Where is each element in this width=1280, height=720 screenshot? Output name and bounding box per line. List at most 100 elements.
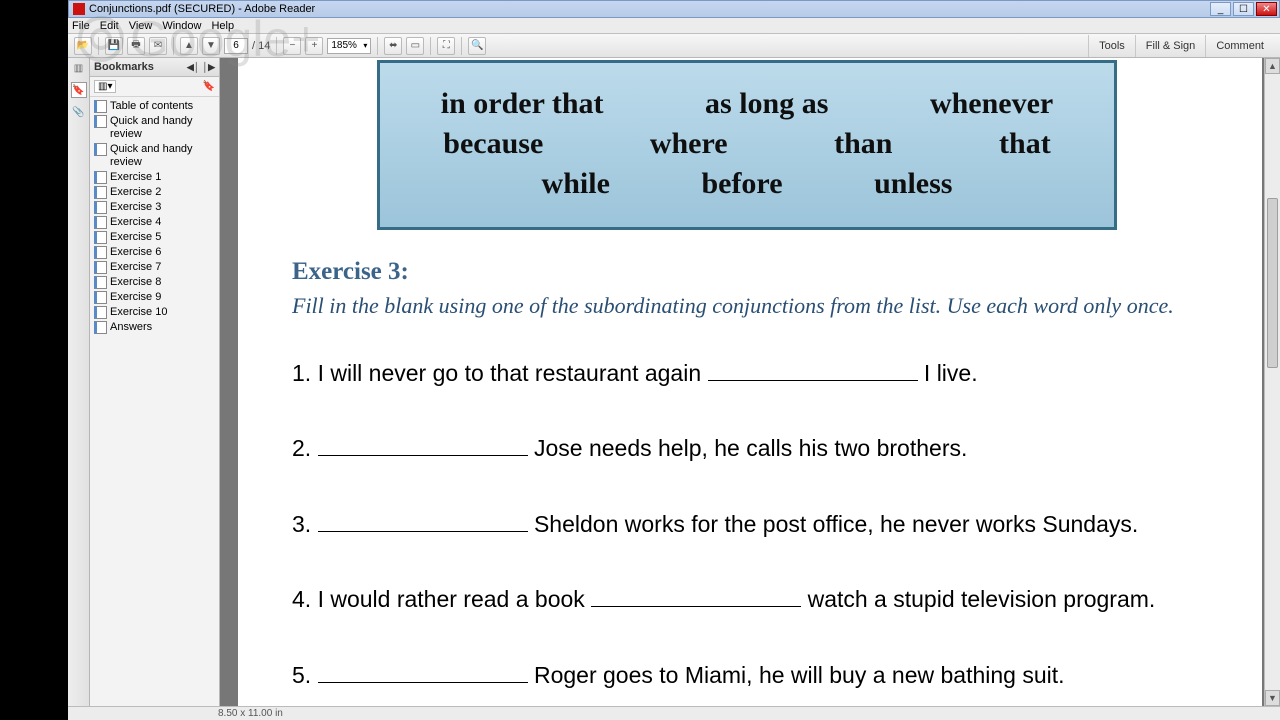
document-area[interactable]: in order that as long as whenever becaus… (220, 58, 1280, 706)
attachments-tab-icon[interactable]: 📎 (71, 104, 87, 120)
read-mode-icon[interactable]: ⛶ (437, 37, 455, 55)
scroll-down-icon[interactable]: ▼ (1265, 690, 1280, 706)
bookmark-icon (94, 246, 106, 258)
toolbar: 📂 💾 🖶 ✉ ▲ ▼ / 14 − + 185%▾ ⬌ ▭ ⛶ 🔍 Tools… (68, 34, 1280, 58)
word-bank: in order that as long as whenever becaus… (377, 60, 1117, 230)
word-bank-item: that (999, 127, 1051, 161)
menu-view[interactable]: View (129, 20, 153, 32)
bookmarks-menu-icon[interactable]: ▥▾ (94, 80, 116, 93)
word-bank-item: because (443, 127, 543, 161)
bookmark-icon (94, 276, 106, 288)
page-up-icon[interactable]: ▲ (180, 37, 198, 55)
bookmark-item[interactable]: Exercise 4 (90, 215, 219, 230)
bookmark-icon (94, 186, 106, 198)
vertical-scrollbar[interactable]: ▲ ▼ (1264, 58, 1280, 706)
status-bar: 8.50 x 11.00 in (68, 706, 1280, 720)
menu-help[interactable]: Help (211, 20, 234, 32)
mail-icon[interactable]: ✉ (149, 37, 167, 55)
bookmark-icon (94, 216, 106, 228)
bookmarks-panel: Bookmarks ◀│ │▶ ▥▾ 🔖 Table of contents Q… (90, 58, 220, 706)
bookmark-item[interactable]: Exercise 5 (90, 230, 219, 245)
menu-bar: File Edit View Window Help (68, 18, 1280, 34)
question-list: 1. I will never go to that restaurant ag… (292, 360, 1202, 690)
workspace: ▥ 🔖 📎 Bookmarks ◀│ │▶ ▥▾ 🔖 Table of cont… (68, 58, 1280, 706)
bookmark-item[interactable]: Table of contents (90, 99, 219, 114)
bookmark-icon (94, 321, 106, 333)
bookmark-icon (94, 291, 106, 303)
fit-page-icon[interactable]: ▭ (406, 37, 424, 55)
bookmark-item[interactable]: Exercise 10 (90, 305, 219, 320)
word-bank-item: unless (874, 167, 952, 201)
word-bank-item: than (834, 127, 892, 161)
word-bank-item: where (650, 127, 728, 161)
page-total: / 14 (252, 40, 270, 52)
nav-icon-strip: ▥ 🔖 📎 (68, 58, 90, 706)
page-dimensions: 8.50 x 11.00 in (218, 708, 283, 719)
maximize-button[interactable]: ☐ (1233, 2, 1254, 16)
minimize-button[interactable]: _ (1210, 2, 1231, 16)
bookmark-item[interactable]: Exercise 8 (90, 275, 219, 290)
page: in order that as long as whenever becaus… (238, 58, 1262, 706)
bookmark-item[interactable]: Exercise 9 (90, 290, 219, 305)
bookmarks-tab-icon[interactable]: 🔖 (71, 82, 87, 98)
bookmark-icon (94, 306, 106, 318)
app-outside-left (0, 0, 68, 720)
tools-panel-button[interactable]: Tools (1088, 35, 1135, 57)
new-bookmark-icon[interactable]: 🔖 (203, 81, 215, 92)
bookmark-icon (94, 201, 106, 213)
bookmark-item[interactable]: Exercise 2 (90, 185, 219, 200)
fit-width-icon[interactable]: ⬌ (384, 37, 402, 55)
exercise-title: Exercise 3: (292, 258, 1202, 286)
question-2: 2. Jose needs help, he calls his two bro… (292, 435, 1202, 463)
bookmark-item[interactable]: Exercise 1 (90, 170, 219, 185)
zoom-in-icon[interactable]: + (305, 37, 323, 55)
word-bank-item: in order that (441, 87, 604, 121)
bookmarks-collapse-icon[interactable]: ◀│ (187, 62, 200, 73)
bookmark-icon (94, 171, 106, 183)
zoom-out-icon[interactable]: − (283, 37, 301, 55)
scroll-up-icon[interactable]: ▲ (1265, 58, 1280, 74)
window-title: Conjunctions.pdf (SECURED) - Adobe Reade… (89, 3, 315, 15)
open-icon[interactable]: 📂 (74, 37, 92, 55)
bookmarks-options-icon[interactable]: │▶ (202, 62, 215, 73)
comment-panel-button[interactable]: Comment (1205, 35, 1274, 57)
bookmark-item[interactable]: Exercise 3 (90, 200, 219, 215)
page-number-input[interactable] (224, 38, 248, 54)
window-titlebar: Conjunctions.pdf (SECURED) - Adobe Reade… (68, 0, 1280, 18)
find-icon[interactable]: 🔍 (468, 37, 486, 55)
thumbnails-tab-icon[interactable]: ▥ (71, 60, 87, 76)
print-icon[interactable]: 🖶 (127, 37, 145, 55)
close-button[interactable]: ✕ (1256, 2, 1277, 16)
bookmark-icon (94, 143, 106, 155)
menu-file[interactable]: File (72, 20, 90, 32)
bookmark-item[interactable]: Exercise 6 (90, 245, 219, 260)
bookmark-icon (94, 261, 106, 273)
bookmarks-header: Bookmarks ◀│ │▶ (90, 58, 219, 77)
bookmark-icon (94, 115, 106, 127)
bookmark-item[interactable]: Quick and handy review (90, 142, 219, 170)
zoom-select[interactable]: 185%▾ (327, 38, 371, 54)
fill-sign-panel-button[interactable]: Fill & Sign (1135, 35, 1206, 57)
bookmark-icon (94, 231, 106, 243)
word-bank-item: while (542, 167, 610, 201)
word-bank-item: as long as (705, 87, 828, 121)
bookmark-item[interactable]: Quick and handy review (90, 114, 219, 142)
question-3: 3. Sheldon works for the post office, he… (292, 511, 1202, 539)
question-5: 5. Roger goes to Miami, he will buy a ne… (292, 662, 1202, 690)
menu-edit[interactable]: Edit (100, 20, 119, 32)
bookmark-item[interactable]: Answers (90, 320, 219, 335)
menu-window[interactable]: Window (162, 20, 201, 32)
word-bank-item: whenever (930, 87, 1053, 121)
question-4: 4. I would rather read a book watch a st… (292, 586, 1202, 614)
bookmarks-list: Table of contents Quick and handy review… (90, 97, 219, 706)
bookmark-item[interactable]: Exercise 7 (90, 260, 219, 275)
word-bank-item: before (701, 167, 782, 201)
question-1: 1. I will never go to that restaurant ag… (292, 360, 1202, 388)
save-icon[interactable]: 💾 (105, 37, 123, 55)
scroll-thumb[interactable] (1267, 198, 1278, 368)
bookmark-icon (94, 100, 106, 112)
page-down-icon[interactable]: ▼ (202, 37, 220, 55)
exercise-instructions: Fill in the blank using one of the subor… (292, 292, 1202, 320)
app-icon (73, 3, 85, 15)
bookmarks-toolbar: ▥▾ 🔖 (90, 77, 219, 97)
